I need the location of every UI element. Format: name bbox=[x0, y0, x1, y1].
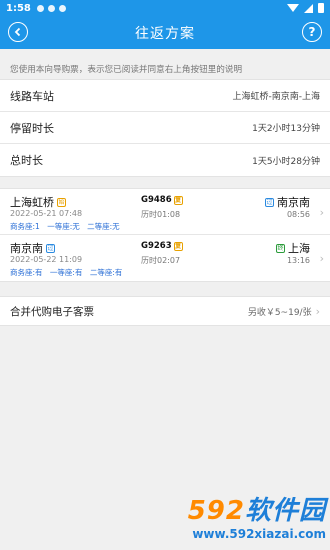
business-seat: 商务座:有 bbox=[10, 268, 43, 277]
watermark-url: www.592xiazai.com bbox=[192, 527, 326, 541]
service-fee: 另收￥5~19/张 bbox=[247, 307, 312, 318]
fuxing-tag: 复 bbox=[173, 195, 183, 205]
notification-icon bbox=[36, 4, 44, 12]
notification-icon bbox=[47, 4, 55, 12]
fuxing-tag: 复 bbox=[173, 241, 183, 251]
chevron-right-icon: › bbox=[319, 206, 324, 219]
stay-value: 1天2小时13分钟 bbox=[252, 124, 320, 134]
help-button[interactable]: ? bbox=[302, 22, 322, 42]
notification-icon bbox=[58, 4, 66, 12]
end-station-tag: 终 bbox=[276, 243, 285, 253]
seat-availability: 商务座:1 一等座:无 二等座:无 bbox=[10, 221, 125, 232]
total-value: 1天5小时28分钟 bbox=[252, 156, 320, 167]
back-icon bbox=[14, 27, 21, 37]
trip-list: 上海虹桥 始 2022-05-21 07:48 商务座:1 一等座:无 二等座:… bbox=[0, 188, 330, 282]
back-button[interactable] bbox=[8, 22, 28, 42]
summary-panel: 线路车站 上海虹桥-南京南-上海 停留时长 1天2小时13分钟 总时长 1天5小… bbox=[0, 79, 330, 177]
trip-duration: 历时01:08 bbox=[141, 210, 181, 219]
arrival-time: 08:56 bbox=[286, 210, 310, 219]
signal-icon bbox=[304, 3, 313, 13]
help-icon: ? bbox=[308, 25, 316, 39]
route-value: 上海虹桥-南京南-上海 bbox=[232, 92, 321, 102]
wifi-icon bbox=[287, 4, 299, 12]
trip-row-return[interactable]: 南京南 过 2022-05-22 11:09 商务座:有 一等座:有 二等座:有… bbox=[0, 235, 330, 281]
combined-ticket-row[interactable]: 合并代购电子客票 另收￥5~19/张 › bbox=[0, 296, 330, 326]
seat-availability: 商务座:有 一等座:有 二等座:有 bbox=[10, 267, 127, 278]
status-time: 1:58 bbox=[6, 2, 31, 14]
total-label: 总时长 bbox=[10, 154, 43, 167]
route-row: 线路车站 上海虹桥-南京南-上海 bbox=[0, 80, 330, 112]
chevron-right-icon: › bbox=[315, 304, 320, 318]
first-class-seat: 一等座:有 bbox=[49, 268, 83, 277]
watermark-brand: 软件园 bbox=[244, 496, 326, 526]
chevron-right-icon: › bbox=[319, 252, 324, 265]
trip-duration: 历时02:07 bbox=[141, 256, 181, 265]
trip-row-outbound[interactable]: 上海虹桥 始 2022-05-21 07:48 商务座:1 一等座:无 二等座:… bbox=[0, 189, 330, 235]
start-station-tag: 始 bbox=[57, 197, 66, 207]
battery-icon bbox=[318, 3, 324, 13]
train-number: G9263 bbox=[141, 241, 172, 251]
arrival-time: 13:16 bbox=[286, 256, 310, 265]
route-label: 线路车站 bbox=[10, 89, 54, 103]
header-bar: 往返方案 ? bbox=[0, 16, 330, 49]
combined-ticket-label: 合并代购电子客票 bbox=[10, 305, 94, 318]
notification-icons bbox=[36, 4, 66, 12]
arrival-station: 南京南 bbox=[277, 196, 310, 209]
departure-station: 上海虹桥 bbox=[10, 196, 54, 209]
second-class-seat: 二等座:有 bbox=[89, 268, 123, 277]
watermark-logo: 592软件园 www.592xiazai.com bbox=[160, 496, 330, 550]
total-row: 总时长 1天5小时28分钟 bbox=[0, 144, 330, 176]
departure-datetime: 2022-05-22 11:09 bbox=[10, 255, 83, 264]
business-seat: 商务座:1 bbox=[10, 222, 40, 231]
status-bar: 1:58 bbox=[0, 0, 330, 16]
departure-station: 南京南 bbox=[10, 242, 43, 255]
page-title: 往返方案 bbox=[135, 25, 195, 42]
watermark-number: 592 bbox=[187, 496, 245, 526]
first-class-seat: 一等座:无 bbox=[47, 222, 80, 231]
arrival-station: 上海 bbox=[288, 242, 310, 255]
pass-station-tag: 过 bbox=[46, 243, 55, 253]
stay-label: 停留时长 bbox=[10, 121, 54, 135]
second-class-seat: 二等座:无 bbox=[87, 222, 120, 231]
departure-datetime: 2022-05-21 07:48 bbox=[10, 209, 83, 218]
train-number: G9486 bbox=[141, 195, 172, 205]
pass-station-tag: 过 bbox=[265, 197, 274, 207]
stay-row: 停留时长 1天2小时13分钟 bbox=[0, 112, 330, 144]
